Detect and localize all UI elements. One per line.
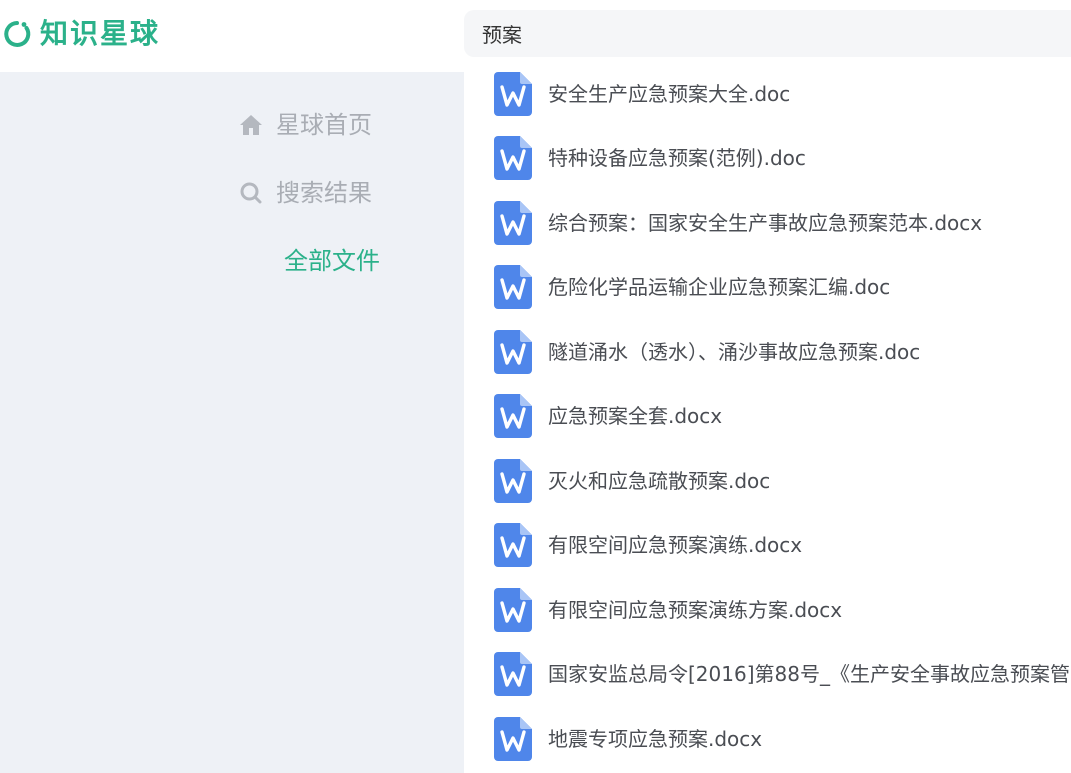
list-item[interactable]: 特种设备应急预案(范例).doc: [494, 134, 806, 182]
list-item[interactable]: 国家安监总局令[2016]第88号_《生产安全事故应急预案管: [494, 650, 1070, 698]
sidebar-item-label: 星球首页: [276, 111, 372, 139]
list-item[interactable]: 危险化学品运输企业应急预案汇编.doc: [494, 263, 890, 311]
search-icon: [238, 180, 264, 206]
word-file-icon: [494, 652, 532, 696]
file-name: 国家安监总局令[2016]第88号_《生产安全事故应急预案管: [548, 662, 1070, 686]
list-item[interactable]: 应急预案全套.docx: [494, 392, 722, 440]
word-file-icon: [494, 265, 532, 309]
file-name: 特种设备应急预案(范例).doc: [548, 146, 806, 170]
list-item[interactable]: 有限空间应急预案演练方案.docx: [494, 586, 842, 634]
file-name: 安全生产应急预案大全.doc: [548, 82, 791, 106]
file-name: 危险化学品运输企业应急预案汇编.doc: [548, 275, 891, 299]
file-name: 地震专项应急预案.docx: [548, 727, 763, 751]
logo-text: 知识星球: [40, 17, 161, 50]
word-file-icon: [494, 394, 532, 438]
list-item[interactable]: 综合预案：国家安全生产事故应急预案范本.docx: [494, 199, 982, 247]
search-input[interactable]: [482, 21, 1042, 46]
sidebar-item-label: 全部文件: [284, 247, 380, 275]
word-file-icon: [494, 330, 532, 374]
sidebar-item-all-files[interactable]: 全部文件: [284, 241, 380, 281]
list-item[interactable]: 安全生产应急预案大全.doc: [494, 72, 790, 118]
top-bar: 知识星球: [0, 0, 1071, 72]
file-name: 综合预案：国家安全生产事故应急预案范本.docx: [548, 211, 983, 235]
sidebar-item-label: 搜索结果: [276, 179, 372, 207]
word-file-icon: [494, 459, 532, 503]
app-logo[interactable]: 知识星球: [2, 14, 160, 54]
file-name: 应急预案全套.docx: [548, 404, 723, 428]
list-item[interactable]: 地震专项应急预案.docx: [494, 715, 762, 763]
file-name: 灭火和应急疏散预案.doc: [548, 469, 771, 493]
word-file-icon: [494, 201, 532, 245]
home-icon: [238, 112, 264, 138]
sidebar-item-home[interactable]: 星球首页: [238, 105, 372, 145]
word-file-icon: [494, 717, 532, 761]
sidebar-item-search-results[interactable]: 搜索结果: [238, 173, 372, 213]
logo-ring-icon: [4, 21, 31, 47]
file-list: 安全生产应急预案大全.doc 特种设备应急预案(范例).doc 综合预案：国家安…: [464, 72, 1071, 773]
word-file-icon: [494, 72, 532, 116]
search-box[interactable]: [464, 10, 1071, 57]
sidebar: 星球首页 搜索结果 全部文件: [0, 72, 464, 773]
word-file-icon: [494, 523, 532, 567]
list-item[interactable]: 隧道涌水（透水）、涌沙事故应急预案.doc: [494, 328, 920, 376]
word-file-icon: [494, 588, 532, 632]
file-name: 隧道涌水（透水）、涌沙事故应急预案.doc: [548, 340, 921, 364]
list-item[interactable]: 有限空间应急预案演练.docx: [494, 521, 802, 569]
file-name: 有限空间应急预案演练方案.docx: [548, 598, 843, 622]
word-file-icon: [494, 136, 532, 180]
list-item[interactable]: 灭火和应急疏散预案.doc: [494, 457, 770, 505]
file-name: 有限空间应急预案演练.docx: [548, 533, 803, 557]
